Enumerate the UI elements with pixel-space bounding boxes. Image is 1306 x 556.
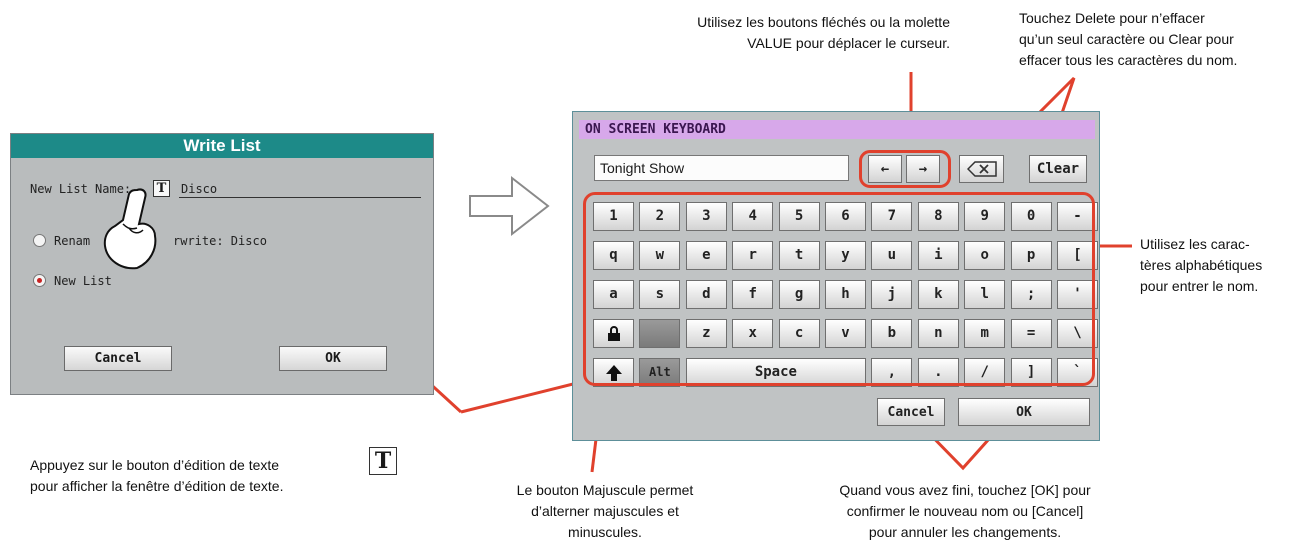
shift-note: Le bouton Majuscule permet d’alterner maj…: [516, 482, 694, 540]
option-rename-tail: rwrite: Disco: [173, 234, 267, 248]
edit-note: Appuyez sur le bouton d’édition de texte…: [30, 457, 284, 494]
name-text-field[interactable]: Tonight Show: [594, 155, 849, 181]
cancel-button[interactable]: Cancel: [64, 346, 172, 371]
text-edit-icon-legend: T: [369, 447, 397, 475]
edit-field-line-2: [460, 380, 582, 414]
keyboard-cancel-button[interactable]: Cancel: [877, 398, 945, 426]
name-underline: [179, 197, 421, 198]
on-screen-keyboard-panel: ON SCREEN KEYBOARD Tonight Show ← → Clea…: [572, 111, 1100, 441]
radio-rename[interactable]: [33, 234, 46, 247]
keyboard-ok-button[interactable]: OK: [958, 398, 1090, 426]
delete-note: Touchez Delete pour n’effacer qu’un seul …: [1019, 10, 1238, 68]
delete-icon: [966, 161, 997, 177]
option-rename-label: Renam: [54, 234, 91, 248]
clear-button[interactable]: Clear: [1029, 155, 1087, 183]
keys-note: Utilisez les carac-tères alphabétiques po…: [1140, 236, 1263, 294]
write-list-title: Write List: [11, 134, 433, 158]
option-new-list-label: New List: [54, 274, 112, 288]
delete-button[interactable]: [959, 155, 1004, 183]
ok-button[interactable]: OK: [279, 346, 387, 371]
keyboard-title: ON SCREEN KEYBOARD: [579, 120, 1095, 139]
arrows-note: Utilisez les boutons fléchés ou la molet…: [697, 14, 950, 51]
radio-new-list[interactable]: [33, 274, 46, 287]
pointing-hand-icon: [103, 188, 157, 270]
ok-note: Quand vous avez fini, touchez [OK] pour c…: [839, 482, 1091, 540]
write-list-dialog: Write List New List Name: T Disco Renam …: [10, 133, 434, 395]
transition-arrow-icon: [469, 175, 550, 237]
arrows-highlight: [859, 150, 951, 188]
keys-highlight: [583, 192, 1095, 386]
name-value[interactable]: Disco: [181, 182, 217, 196]
